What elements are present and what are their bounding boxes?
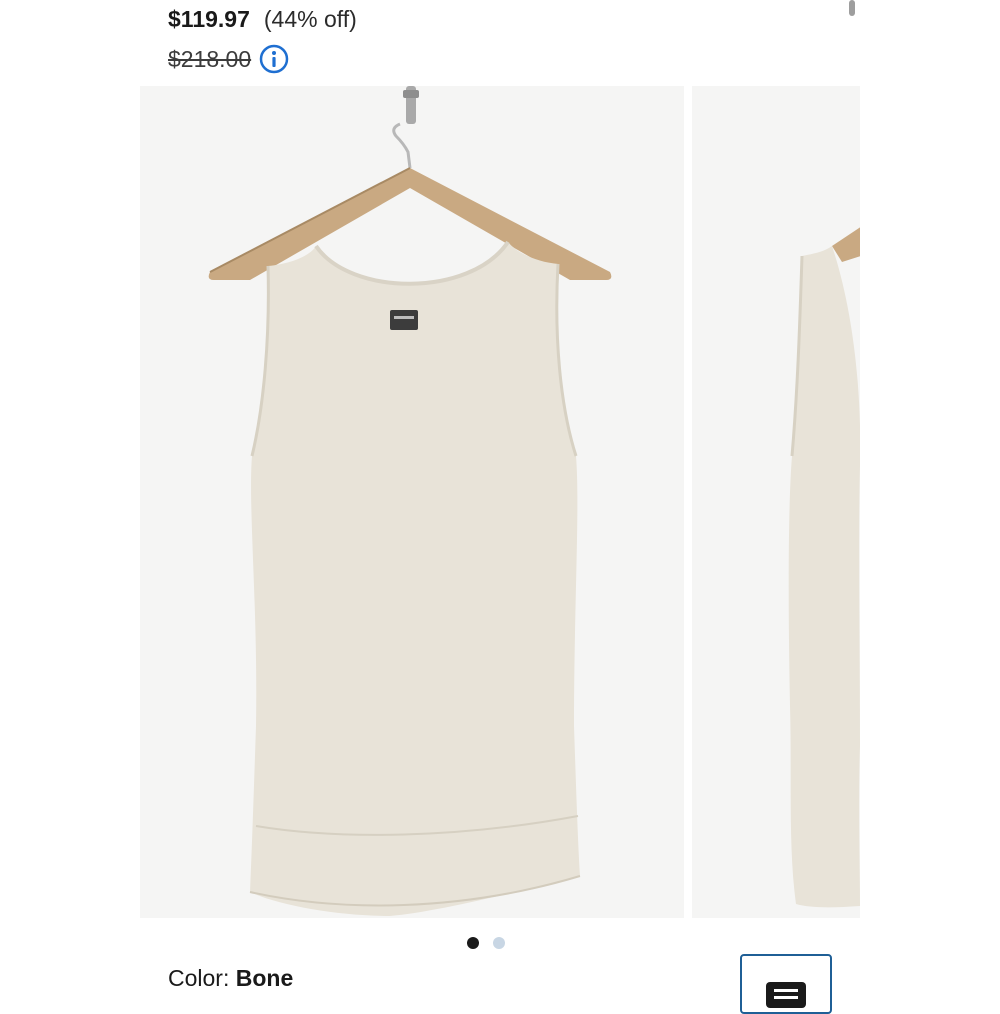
- product-photo-front: [208, 86, 612, 916]
- scrollbar[interactable]: [849, 0, 855, 16]
- size-guide-button[interactable]: [740, 954, 832, 1014]
- sale-price-row: $119.97 (44% off): [168, 6, 357, 33]
- color-selection: Color: Bone: [168, 965, 293, 992]
- product-image-side[interactable]: [692, 86, 860, 918]
- color-label: Color:: [168, 965, 230, 991]
- product-photo-side: [788, 227, 860, 908]
- carousel-dot[interactable]: [493, 937, 505, 949]
- price-section: $119.97 (44% off) $218.00: [168, 2, 828, 82]
- sale-price: $119.97: [168, 6, 250, 32]
- product-image-front[interactable]: [140, 86, 684, 918]
- right-margin: [860, 0, 1000, 1000]
- info-icon[interactable]: [259, 44, 289, 74]
- discount-percent: (44% off): [263, 6, 357, 32]
- carousel-dot-active[interactable]: [467, 937, 479, 949]
- product-image-carousel[interactable]: [140, 86, 860, 918]
- original-price-row: $218.00: [168, 44, 289, 74]
- carousel-pagination: [467, 937, 505, 949]
- left-margin: [0, 0, 140, 1000]
- color-value: Bone: [235, 965, 294, 991]
- list-icon: [766, 982, 806, 1008]
- original-price: $218.00: [168, 45, 252, 72]
